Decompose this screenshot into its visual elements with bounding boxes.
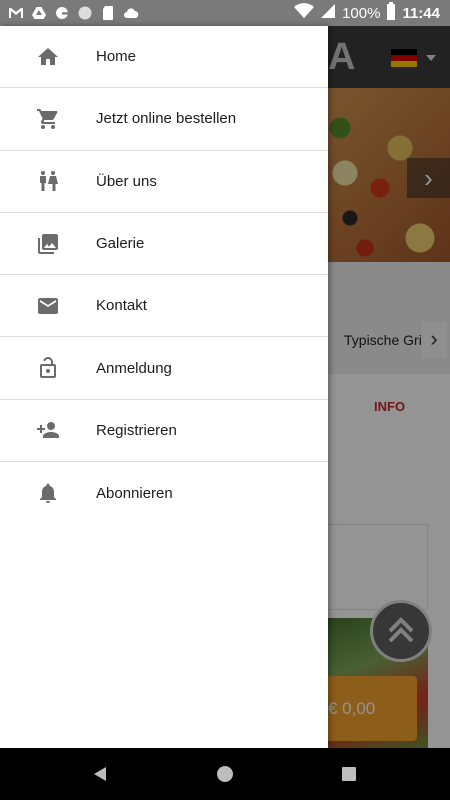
menu-item-login[interactable]: Anmeldung xyxy=(0,337,328,400)
cloud-icon xyxy=(123,5,139,21)
circle-icon xyxy=(77,5,93,21)
notification-icons xyxy=(8,3,139,23)
back-icon[interactable] xyxy=(94,767,106,781)
menu-item-home[interactable]: Home xyxy=(0,26,328,89)
signal-icon xyxy=(320,3,336,23)
person-add-icon xyxy=(36,418,60,442)
menu-item-label: Abonnieren xyxy=(96,484,173,502)
status-bar: 100% 11:44 xyxy=(0,0,450,26)
home-icon xyxy=(36,45,60,69)
menu-item-label: Home xyxy=(96,48,137,66)
menu-item-contact[interactable]: Kontakt xyxy=(0,275,328,338)
google-icon xyxy=(54,5,70,21)
recents-icon[interactable] xyxy=(342,767,356,781)
system-status: 100% 11:44 xyxy=(294,2,440,24)
navigation-drawer: Home Jetzt online bestellen Über uns Gal… xyxy=(0,26,328,748)
menu-item-subscribe[interactable]: Abonnieren xyxy=(0,462,328,524)
sd-card-icon xyxy=(100,5,116,21)
lock-icon xyxy=(36,356,60,380)
system-navigation-bar xyxy=(0,748,450,800)
menu-item-gallery[interactable]: Galerie xyxy=(0,213,328,276)
gmail-icon xyxy=(8,5,24,21)
menu-item-order-online[interactable]: Jetzt online bestellen xyxy=(0,88,328,151)
menu-item-label: Kontakt xyxy=(96,297,147,315)
menu-item-label: Über uns xyxy=(96,172,157,190)
drive-icon xyxy=(31,5,47,21)
cart-icon xyxy=(36,107,60,131)
people-icon xyxy=(36,169,60,193)
gallery-icon xyxy=(36,232,60,256)
home-circle-icon[interactable] xyxy=(217,766,233,782)
battery-percentage: 100% xyxy=(342,4,381,22)
menu-item-label: Jetzt online bestellen xyxy=(96,110,237,128)
mail-icon xyxy=(36,294,60,318)
menu-item-label: Registrieren xyxy=(96,421,177,439)
menu-item-about-us[interactable]: Über uns xyxy=(0,151,328,213)
bell-icon xyxy=(36,481,60,505)
menu-item-label: Anmeldung xyxy=(96,359,172,377)
menu-item-register[interactable]: Registrieren xyxy=(0,400,328,463)
menu-item-label: Galerie xyxy=(96,235,145,253)
battery-icon xyxy=(386,2,396,24)
wifi-icon xyxy=(294,3,315,23)
clock: 11:44 xyxy=(402,4,440,22)
